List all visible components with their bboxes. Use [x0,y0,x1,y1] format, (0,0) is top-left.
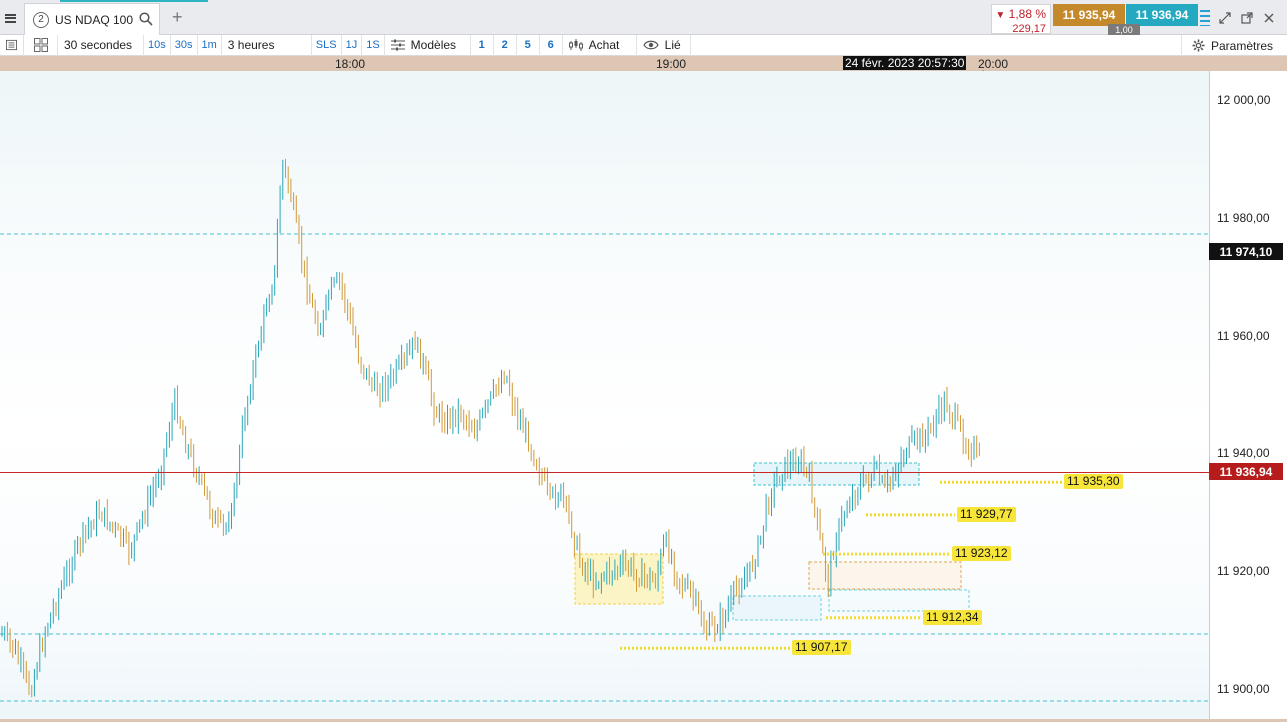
change-percent: ▼ 1,88 % [992,7,1046,23]
liquidity-zone [828,589,970,612]
templates-button[interactable]: Modèles [385,34,471,56]
add-tab-button[interactable]: + [172,8,183,26]
trading-app: 2 US NDAQ 100 + ▼ 1,88 % 229,17 11 935,9… [0,0,1287,722]
tab-accent [60,0,208,2]
quantity-badge[interactable]: 1,00 [1108,24,1140,35]
price-label: 11 900,00 [1217,682,1270,696]
cursor-time-label: 24 févr. 2023 20:57:30 [843,56,967,70]
close-icon[interactable] [1262,11,1276,25]
layout-5[interactable]: 5 [517,34,540,56]
tab-us-ndaq-100[interactable]: 2 US NDAQ 100 [24,3,160,35]
linked-button[interactable]: Lié [637,34,691,56]
buy-price-button[interactable]: 11 936,94 [1126,4,1198,26]
layout-6[interactable]: 6 [540,34,563,56]
change-box: ▼ 1,88 % 229,17 [991,4,1051,35]
eye-icon [642,40,659,50]
range-1s[interactable]: 1S [362,34,385,56]
price-axis[interactable]: 12 000,00 11 980,00 11 960,00 11 940,00 … [1209,71,1287,719]
price-label: 12 000,00 [1217,93,1271,107]
time-axis[interactable]: 18:00 19:00 20:00 [0,56,1287,71]
order-book-icon[interactable] [1200,10,1210,26]
chart-background [0,71,1209,719]
window-controls [1200,6,1276,30]
price-level-label[interactable]: 11 935,30 [1064,474,1123,490]
layout-1[interactable]: 1 [471,34,494,56]
price-level-label[interactable]: 11 907,17 [792,640,851,656]
templates-icon [390,39,405,51]
range-sls[interactable]: SLS [312,34,342,56]
search-icon[interactable] [139,12,153,26]
menu-icon[interactable] [0,4,20,32]
timeframe-10s[interactable]: 10s [144,34,171,56]
chart-canvas[interactable] [0,71,1209,719]
current-price-label: 11 936,94 [1209,463,1283,480]
range-1j[interactable]: 1J [342,34,363,56]
settings-label: Paramètres [1210,38,1273,53]
time-label: 19:00 [656,57,687,71]
buy-icon [568,39,583,51]
time-label: 20:00 [978,57,1009,71]
price-label: 11 980,00 [1217,211,1270,225]
interval-select[interactable]: 30 secondes [58,34,144,56]
buy-button[interactable]: Achat [563,34,637,56]
range-select[interactable]: 3 heures [222,34,312,56]
change-arrow: ▼ [995,10,1006,21]
tab-badge: 2 [33,11,49,28]
chart-toolbar: 30 secondes 10s 30s 1m 3 heures SLS 1J 1… [0,34,1287,56]
timeframe-30s[interactable]: 30s [171,34,198,56]
price-label: 11 920,00 [1217,564,1270,578]
tab-bar: 2 US NDAQ 100 + ▼ 1,88 % 229,17 11 935,9… [0,0,1287,35]
tab-symbol-label: US NDAQ 100 [55,12,134,27]
demand-zone [753,462,920,486]
order-zone [808,561,962,590]
layout-2[interactable]: 2 [494,34,517,56]
gear-icon [1192,39,1205,52]
price-level-label[interactable]: 11 923,12 [952,546,1011,562]
grid-icon[interactable] [24,34,58,56]
price-level-label[interactable]: 11 929,77 [957,506,1016,522]
price-label: 11 940,00 [1217,446,1270,460]
expand-icon[interactable] [1218,11,1232,25]
change-percent-value: 1,88 % [1008,7,1046,21]
timeframe-1m[interactable]: 1m [198,34,222,56]
sell-price-button[interactable]: 11 935,94 [1053,4,1125,26]
layout-icon[interactable] [0,34,24,56]
settings-button[interactable]: Paramètres [1180,35,1287,56]
price-chart[interactable]: 11 935,30 11 929,77 11 923,12 11 912,34 11 9… [0,71,1209,719]
templates-label: Modèles [410,38,457,52]
liquidity-zone [732,595,822,621]
popout-icon[interactable] [1240,11,1254,25]
buy-label: Achat [588,38,620,52]
cursor-price-label: 11 974,10 [1209,243,1283,260]
time-label: 18:00 [335,57,366,71]
price-label: 11 960,00 [1217,329,1270,343]
price-level-label[interactable]: 11 912,34 [923,609,982,625]
linked-label: Lié [664,38,681,52]
